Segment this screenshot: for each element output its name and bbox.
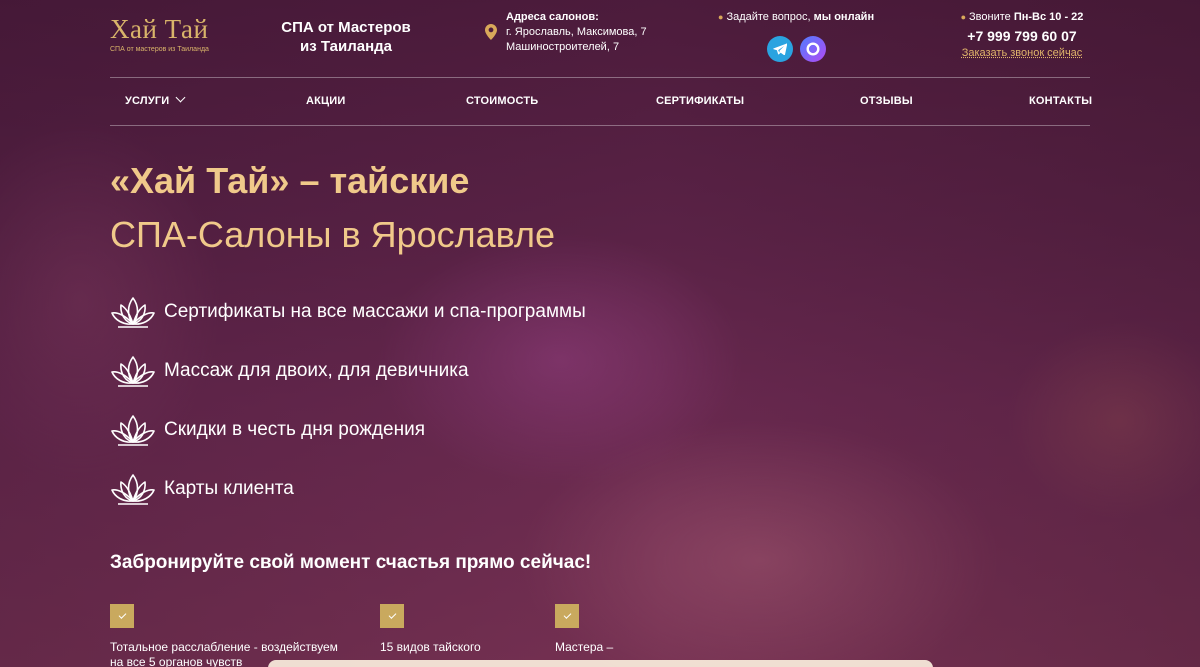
address-1: г. Ярославль, Максимова, 7 — [506, 26, 647, 38]
order-call-link[interactable]: Заказать звонок сейчас — [954, 47, 1090, 59]
feature-item: Сертификаты на все массажи и спа-програм… — [110, 294, 586, 330]
location-pin-icon — [485, 24, 497, 40]
call-hours: Пн-Вс 10 - 22 — [1013, 11, 1084, 23]
bullet-dot-icon: ● — [718, 12, 724, 22]
lotus-icon — [111, 415, 155, 446]
lotus-icon — [111, 356, 155, 387]
feature-item: Массаж для двоих, для девичника — [110, 353, 469, 389]
logo-title: Хай Тай — [110, 14, 209, 44]
ask-prefix: Задайте вопрос, — [726, 11, 811, 23]
checkbox-icon — [380, 604, 404, 628]
nav-item-promotions[interactable]: АКЦИИ — [306, 95, 346, 107]
nav-item-services[interactable]: УСЛУГИ — [125, 92, 186, 107]
feature-item: Скидки в честь дня рождения — [110, 412, 425, 448]
hero-subtitle: СПА-Салоны в Ярославле — [110, 214, 556, 255]
addresses-title: Адреса салонов: — [506, 11, 599, 23]
logo[interactable]: Хай Тай СПА от мастеров из Таиланда — [110, 14, 209, 53]
booking-form-edge[interactable] — [268, 660, 933, 667]
phone-link[interactable]: +7 999 799 60 07 — [954, 28, 1090, 44]
slogan-line-1: СПА от Мастеров — [281, 19, 411, 36]
max-messenger-button[interactable] — [800, 36, 826, 62]
perk-text-line-1: Тотальное расслабление - воздействуем — [110, 640, 338, 654]
perk-item: 15 видов тайского — [380, 604, 481, 655]
telegram-icon — [773, 43, 787, 55]
logo-subtitle: СПА от мастеров из Таиланда — [110, 46, 209, 53]
hero-title: «Хай Тай» – тайские — [110, 160, 470, 201]
nav-item-certificates[interactable]: СЕРТИФИКАТЫ — [656, 95, 744, 107]
address-2: Машиностроителей, 7 — [506, 41, 620, 53]
bullet-dot-icon: ● — [960, 12, 967, 22]
feature-label: Карты клиента — [164, 478, 294, 499]
perk-item: Мастера – — [555, 604, 613, 655]
header-slogan: СПА от Мастеров из Таиланда — [266, 18, 426, 56]
feature-item: Карты клиента — [110, 471, 294, 507]
ask-online: мы онлайн — [813, 11, 875, 23]
call-block: ● Звоните Пн-Вс 10 - 22 +7 999 799 60 07 … — [954, 11, 1090, 59]
main-nav: УСЛУГИ АКЦИИ СТОИМОСТЬ СЕРТИФИКАТЫ ОТЗЫВ… — [110, 77, 1092, 126]
lotus-icon — [111, 297, 155, 328]
call-hours-line: ● Звоните Пн-Вс 10 - 22 — [954, 11, 1090, 23]
feature-label: Скидки в честь дня рождения — [164, 419, 425, 440]
checkbox-icon — [555, 604, 579, 628]
call-prefix: Звоните — [969, 11, 1011, 23]
nav-item-reviews[interactable]: ОТЗЫВЫ — [860, 95, 913, 107]
feature-label: Сертификаты на все массажи и спа-програм… — [164, 301, 586, 322]
perk-text: Мастера – — [555, 640, 613, 655]
chevron-down-icon — [175, 92, 186, 103]
perk-text: 15 видов тайского — [380, 640, 481, 655]
booking-heading: Забронируйте свой момент счастья прямо с… — [110, 552, 592, 573]
perk-item: Тотальное расслабление - воздействуем на… — [110, 604, 338, 667]
salon-addresses: Адреса салонов: г. Ярославль, Максимова,… — [485, 10, 647, 55]
nav-item-prices[interactable]: СТОИМОСТЬ — [466, 95, 538, 107]
slogan-line-2: из Таиланда — [300, 38, 392, 55]
checkbox-icon — [110, 604, 134, 628]
perk-text-line-1: 15 видов тайского — [380, 640, 481, 654]
telegram-button[interactable] — [767, 36, 793, 62]
ask-question: ● Задайте вопрос, мы онлайн — [718, 11, 874, 23]
feature-label: Массаж для двоих, для девичника — [164, 360, 469, 381]
nav-item-label: УСЛУГИ — [125, 95, 170, 107]
perk-text-line-1: Мастера – — [555, 640, 614, 654]
nav-item-contacts[interactable]: КОНТАКТЫ — [1029, 95, 1092, 107]
max-messenger-icon — [806, 42, 820, 56]
lotus-icon — [111, 474, 155, 505]
